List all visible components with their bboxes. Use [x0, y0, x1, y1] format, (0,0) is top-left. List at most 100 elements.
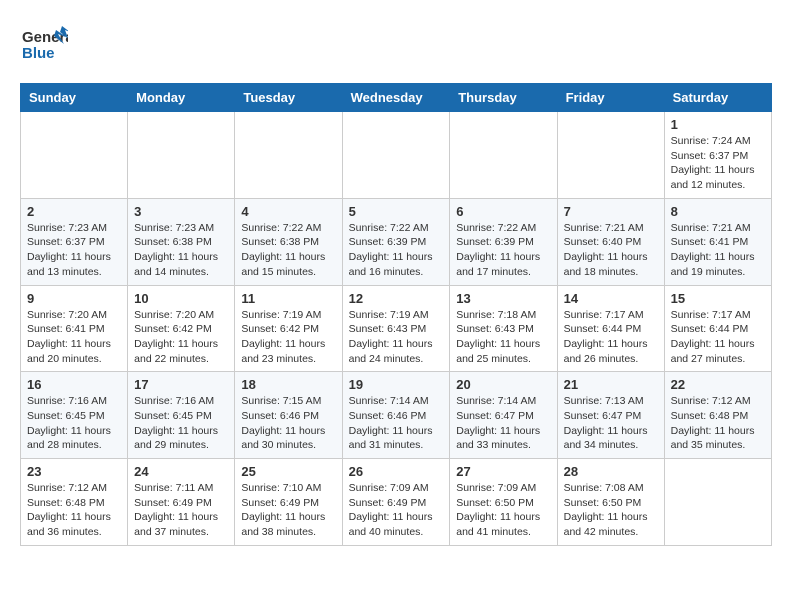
calendar-cell: 15 Sunrise: 7:17 AM Sunset: 6:44 PM Dayli… — [664, 285, 771, 372]
svg-text:Blue: Blue — [22, 45, 55, 62]
calendar-cell: 25 Sunrise: 7:10 AM Sunset: 6:49 PM Dayli… — [235, 459, 342, 546]
day-number: 28 — [564, 464, 658, 479]
day-info: Sunrise: 7:16 AM Sunset: 6:45 PM Dayligh… — [27, 394, 121, 453]
day-number: 12 — [349, 291, 444, 306]
day-of-week-header: Wednesday — [342, 84, 450, 112]
calendar-cell: 19 Sunrise: 7:14 AM Sunset: 6:46 PM Dayli… — [342, 372, 450, 459]
calendar-cell: 23 Sunrise: 7:12 AM Sunset: 6:48 PM Dayli… — [21, 459, 128, 546]
day-number: 25 — [241, 464, 335, 479]
calendar-cell: 5 Sunrise: 7:22 AM Sunset: 6:39 PM Daylig… — [342, 198, 450, 285]
calendar-week-row: 16 Sunrise: 7:16 AM Sunset: 6:45 PM Dayli… — [21, 372, 772, 459]
day-number: 6 — [456, 204, 550, 219]
day-number: 20 — [456, 377, 550, 392]
calendar-table: SundayMondayTuesdayWednesdayThursdayFrid… — [20, 83, 772, 546]
day-info: Sunrise: 7:20 AM Sunset: 6:41 PM Dayligh… — [27, 308, 121, 367]
day-info: Sunrise: 7:14 AM Sunset: 6:47 PM Dayligh… — [456, 394, 550, 453]
calendar-cell: 10 Sunrise: 7:20 AM Sunset: 6:42 PM Dayli… — [128, 285, 235, 372]
calendar-cell: 9Sunrise: 7:20 AM Sunset: 6:41 PM Daylig… — [21, 285, 128, 372]
day-info: Sunrise: 7:09 AM Sunset: 6:49 PM Dayligh… — [349, 481, 444, 540]
day-info: Sunrise: 7:08 AM Sunset: 6:50 PM Dayligh… — [564, 481, 658, 540]
day-info: Sunrise: 7:15 AM Sunset: 6:46 PM Dayligh… — [241, 394, 335, 453]
day-number: 22 — [671, 377, 765, 392]
calendar-cell: 18 Sunrise: 7:15 AM Sunset: 6:46 PM Dayli… — [235, 372, 342, 459]
calendar-cell — [664, 459, 771, 546]
day-number: 15 — [671, 291, 765, 306]
day-number: 19 — [349, 377, 444, 392]
calendar-cell: 11 Sunrise: 7:19 AM Sunset: 6:42 PM Dayli… — [235, 285, 342, 372]
day-info: Sunrise: 7:23 AM Sunset: 6:38 PM Dayligh… — [134, 221, 228, 280]
calendar-cell: 21Sunrise: 7:13 AM Sunset: 6:47 PM Dayli… — [557, 372, 664, 459]
day-of-week-header: Saturday — [664, 84, 771, 112]
calendar-cell — [128, 112, 235, 199]
day-number: 14 — [564, 291, 658, 306]
day-number: 1 — [671, 117, 765, 132]
day-number: 2 — [27, 204, 121, 219]
day-info: Sunrise: 7:21 AM Sunset: 6:40 PM Dayligh… — [564, 221, 658, 280]
day-info: Sunrise: 7:16 AM Sunset: 6:45 PM Dayligh… — [134, 394, 228, 453]
day-of-week-header: Friday — [557, 84, 664, 112]
day-info: Sunrise: 7:22 AM Sunset: 6:39 PM Dayligh… — [349, 221, 444, 280]
calendar-cell: 7 Sunrise: 7:21 AM Sunset: 6:40 PM Daylig… — [557, 198, 664, 285]
day-info: Sunrise: 7:12 AM Sunset: 6:48 PM Dayligh… — [27, 481, 121, 540]
calendar-cell: 1Sunrise: 7:24 AM Sunset: 6:37 PM Daylig… — [664, 112, 771, 199]
day-of-week-header: Sunday — [21, 84, 128, 112]
day-info: Sunrise: 7:11 AM Sunset: 6:49 PM Dayligh… — [134, 481, 228, 540]
day-info: Sunrise: 7:13 AM Sunset: 6:47 PM Dayligh… — [564, 394, 658, 453]
calendar-cell — [235, 112, 342, 199]
day-number: 11 — [241, 291, 335, 306]
calendar-cell — [557, 112, 664, 199]
day-number: 7 — [564, 204, 658, 219]
day-info: Sunrise: 7:17 AM Sunset: 6:44 PM Dayligh… — [564, 308, 658, 367]
day-number: 13 — [456, 291, 550, 306]
calendar-header-row: SundayMondayTuesdayWednesdayThursdayFrid… — [21, 84, 772, 112]
day-number: 27 — [456, 464, 550, 479]
day-info: Sunrise: 7:22 AM Sunset: 6:39 PM Dayligh… — [456, 221, 550, 280]
day-info: Sunrise: 7:14 AM Sunset: 6:46 PM Dayligh… — [349, 394, 444, 453]
day-info: Sunrise: 7:20 AM Sunset: 6:42 PM Dayligh… — [134, 308, 228, 367]
calendar-cell: 22 Sunrise: 7:12 AM Sunset: 6:48 PM Dayli… — [664, 372, 771, 459]
calendar-cell: 13Sunrise: 7:18 AM Sunset: 6:43 PM Dayli… — [450, 285, 557, 372]
day-info: Sunrise: 7:10 AM Sunset: 6:49 PM Dayligh… — [241, 481, 335, 540]
day-info: Sunrise: 7:09 AM Sunset: 6:50 PM Dayligh… — [456, 481, 550, 540]
day-info: Sunrise: 7:23 AM Sunset: 6:37 PM Dayligh… — [27, 221, 121, 280]
calendar-cell — [450, 112, 557, 199]
calendar-cell: 8Sunrise: 7:21 AM Sunset: 6:41 PM Daylig… — [664, 198, 771, 285]
day-number: 26 — [349, 464, 444, 479]
calendar-cell — [342, 112, 450, 199]
day-number: 8 — [671, 204, 765, 219]
calendar-cell: 16 Sunrise: 7:16 AM Sunset: 6:45 PM Dayli… — [21, 372, 128, 459]
day-number: 10 — [134, 291, 228, 306]
day-info: Sunrise: 7:17 AM Sunset: 6:44 PM Dayligh… — [671, 308, 765, 367]
calendar-cell: 28 Sunrise: 7:08 AM Sunset: 6:50 PM Dayli… — [557, 459, 664, 546]
calendar-cell: 2 Sunrise: 7:23 AM Sunset: 6:37 PM Daylig… — [21, 198, 128, 285]
day-number: 5 — [349, 204, 444, 219]
calendar-cell: 26 Sunrise: 7:09 AM Sunset: 6:49 PM Dayli… — [342, 459, 450, 546]
calendar-cell: 24Sunrise: 7:11 AM Sunset: 6:49 PM Dayli… — [128, 459, 235, 546]
day-number: 23 — [27, 464, 121, 479]
calendar-cell: 27 Sunrise: 7:09 AM Sunset: 6:50 PM Dayli… — [450, 459, 557, 546]
day-number: 3 — [134, 204, 228, 219]
calendar-cell: 3 Sunrise: 7:23 AM Sunset: 6:38 PM Daylig… — [128, 198, 235, 285]
day-number: 16 — [27, 377, 121, 392]
day-number: 17 — [134, 377, 228, 392]
day-info: Sunrise: 7:22 AM Sunset: 6:38 PM Dayligh… — [241, 221, 335, 280]
day-number: 4 — [241, 204, 335, 219]
calendar-week-row: 23 Sunrise: 7:12 AM Sunset: 6:48 PM Dayli… — [21, 459, 772, 546]
calendar-cell: 4 Sunrise: 7:22 AM Sunset: 6:38 PM Daylig… — [235, 198, 342, 285]
day-of-week-header: Tuesday — [235, 84, 342, 112]
calendar-week-row: 1Sunrise: 7:24 AM Sunset: 6:37 PM Daylig… — [21, 112, 772, 199]
day-of-week-header: Thursday — [450, 84, 557, 112]
day-info: Sunrise: 7:12 AM Sunset: 6:48 PM Dayligh… — [671, 394, 765, 453]
header: General Blue — [20, 20, 772, 73]
day-number: 18 — [241, 377, 335, 392]
calendar-cell — [21, 112, 128, 199]
logo: General Blue — [20, 20, 68, 73]
day-info: Sunrise: 7:19 AM Sunset: 6:42 PM Dayligh… — [241, 308, 335, 367]
calendar-cell: 12 Sunrise: 7:19 AM Sunset: 6:43 PM Dayli… — [342, 285, 450, 372]
day-of-week-header: Monday — [128, 84, 235, 112]
day-info: Sunrise: 7:19 AM Sunset: 6:43 PM Dayligh… — [349, 308, 444, 367]
calendar-week-row: 2 Sunrise: 7:23 AM Sunset: 6:37 PM Daylig… — [21, 198, 772, 285]
calendar-cell: 6 Sunrise: 7:22 AM Sunset: 6:39 PM Daylig… — [450, 198, 557, 285]
calendar-cell: 17 Sunrise: 7:16 AM Sunset: 6:45 PM Dayli… — [128, 372, 235, 459]
logo-icon: General Blue — [20, 20, 68, 73]
